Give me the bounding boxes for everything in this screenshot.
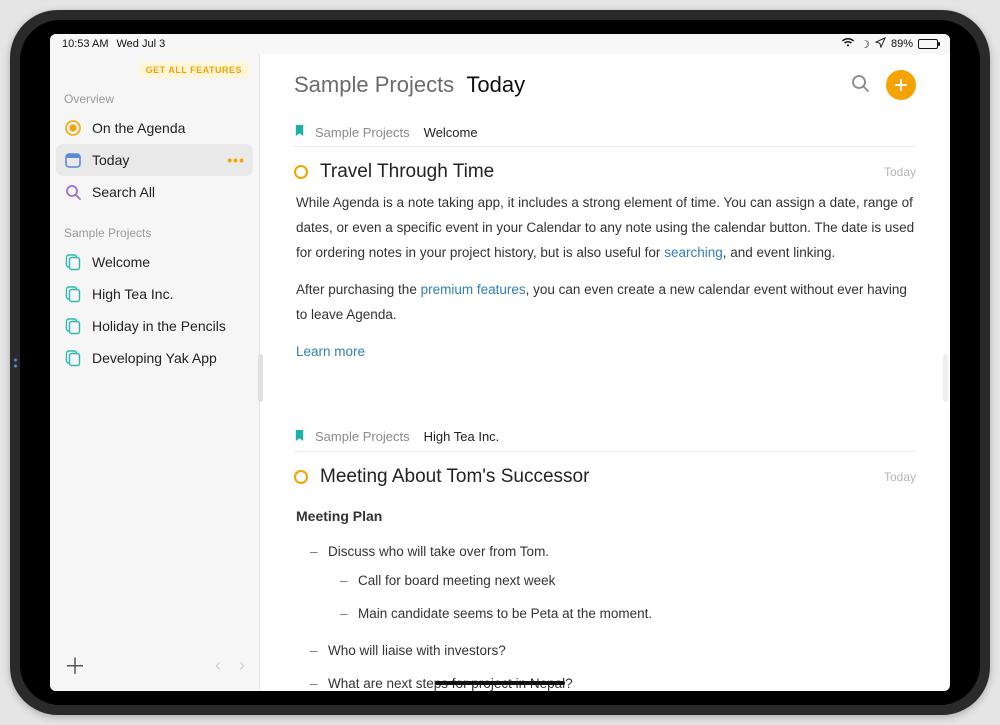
note-body[interactable]: While Agenda is a note taking app, it in… <box>294 191 916 365</box>
content-scroll-indicator[interactable] <box>943 354 948 402</box>
note-paragraph: While Agenda is a note taking app, it in… <box>296 191 916 266</box>
nav-forward-icon[interactable]: › <box>239 655 245 676</box>
status-bar: 10:53 AM Wed Jul 3 ☽ 89% <box>50 34 950 54</box>
list-item: Who will liaise with investors? <box>310 635 916 668</box>
crumb-project: Sample Projects <box>315 429 410 444</box>
battery-percent: 89% <box>891 38 913 50</box>
list-item: Main candidate seems to be Peta at the m… <box>340 598 916 631</box>
bullet-list: Discuss who will take over from Tom. Cal… <box>296 536 916 691</box>
note-paragraph: After purchasing the premium features, y… <box>296 278 916 328</box>
plan-heading: Meeting Plan <box>296 496 916 536</box>
sidebar-item-search-all[interactable]: Search All <box>56 176 253 208</box>
breadcrumb-project: Sample Projects <box>294 72 454 97</box>
sidebar-item-label: Holiday in the Pencils <box>92 318 226 334</box>
sidebar-item-label: Search All <box>92 184 155 200</box>
note-title: Meeting About Tom's Successor <box>320 466 589 488</box>
agenda-ring-icon <box>294 470 308 484</box>
sidebar-item-today[interactable]: Today ••• <box>56 144 253 176</box>
status-date: Wed Jul 3 <box>116 38 165 50</box>
sidebar-project-holiday[interactable]: Holiday in the Pencils <box>56 310 253 342</box>
list-item: Discuss who will take over from Tom. Cal… <box>310 536 916 635</box>
sidebar-project-yak[interactable]: Developing Yak App <box>56 342 253 374</box>
link-learn-more[interactable]: Learn more <box>296 344 365 359</box>
calendar-icon <box>64 151 82 169</box>
agenda-dot-icon <box>64 119 82 137</box>
sidebar-section-projects: Sample Projects <box>60 212 249 246</box>
home-indicator[interactable] <box>435 681 565 685</box>
wifi-icon <box>841 37 855 51</box>
project-icon <box>64 349 82 367</box>
note-body[interactable]: Meeting Plan Discuss who will take over … <box>294 496 916 691</box>
agenda-ring-icon <box>294 165 308 179</box>
note-header[interactable]: Meeting About Tom's Successor Today <box>294 452 916 496</box>
search-icon <box>64 183 82 201</box>
sidebar-project-hightea[interactable]: High Tea Inc. <box>56 278 253 310</box>
sidebar-section-overview: Overview <box>60 78 249 112</box>
link-premium-features[interactable]: premium features <box>421 282 526 297</box>
moon-icon: ☽ <box>860 38 870 51</box>
search-icon[interactable] <box>850 73 870 98</box>
location-icon <box>875 37 886 51</box>
nav-back-icon[interactable]: ‹ <box>215 655 221 676</box>
note-date: Today <box>884 165 916 179</box>
note-header[interactable]: Travel Through Time Today <box>294 147 916 191</box>
app-split: GET ALL FEATURES Overview On the Agenda <box>50 54 950 691</box>
sidebar-item-label: Today <box>92 152 129 168</box>
sidebar-item-label: Welcome <box>92 254 150 270</box>
sidebar-item-on-the-agenda[interactable]: On the Agenda <box>56 112 253 144</box>
sidebar-item-label: On the Agenda <box>92 120 185 136</box>
sidebar-item-label: Developing Yak App <box>92 350 217 366</box>
crumb-sub: High Tea Inc. <box>424 429 500 444</box>
list-item: Call for board meeting next week <box>340 565 916 598</box>
note-title: Travel Through Time <box>320 161 494 183</box>
crumb-project: Sample Projects <box>315 125 410 140</box>
page-title: Sample Projects Today <box>294 72 525 98</box>
battery-icon <box>918 39 938 49</box>
screen: 10:53 AM Wed Jul 3 ☽ 89% <box>50 34 950 691</box>
project-icon <box>64 253 82 271</box>
sidebar: GET ALL FEATURES Overview On the Agenda <box>50 54 260 691</box>
breadcrumb-current: Today <box>466 72 525 97</box>
section-crumb[interactable]: Sample Projects High Tea Inc. <box>294 423 916 452</box>
upgrade-badge[interactable]: GET ALL FEATURES <box>139 62 249 78</box>
content-area: Sample Projects Today <box>260 54 950 691</box>
sidebar-item-label: High Tea Inc. <box>92 286 173 302</box>
bookmark-icon <box>294 124 305 140</box>
device-speaker-dots <box>14 358 17 367</box>
status-time: 10:53 AM <box>62 38 108 50</box>
list-item: What are next steps for project in Nepal… <box>310 668 916 691</box>
crumb-sub: Welcome <box>424 125 478 140</box>
ipad-frame: 10:53 AM Wed Jul 3 ☽ 89% <box>10 10 990 715</box>
add-note-button[interactable] <box>886 70 916 100</box>
add-button[interactable]: ＋ <box>64 649 86 681</box>
note-date: Today <box>884 470 916 484</box>
project-icon <box>64 317 82 335</box>
content-header: Sample Projects Today <box>294 70 916 100</box>
link-searching[interactable]: searching <box>664 245 723 260</box>
section-crumb[interactable]: Sample Projects Welcome <box>294 118 916 147</box>
sidebar-project-welcome[interactable]: Welcome <box>56 246 253 278</box>
more-icon[interactable]: ••• <box>227 152 245 168</box>
device-bezel: 10:53 AM Wed Jul 3 ☽ 89% <box>20 20 980 705</box>
project-icon <box>64 285 82 303</box>
bookmark-icon <box>294 429 305 445</box>
